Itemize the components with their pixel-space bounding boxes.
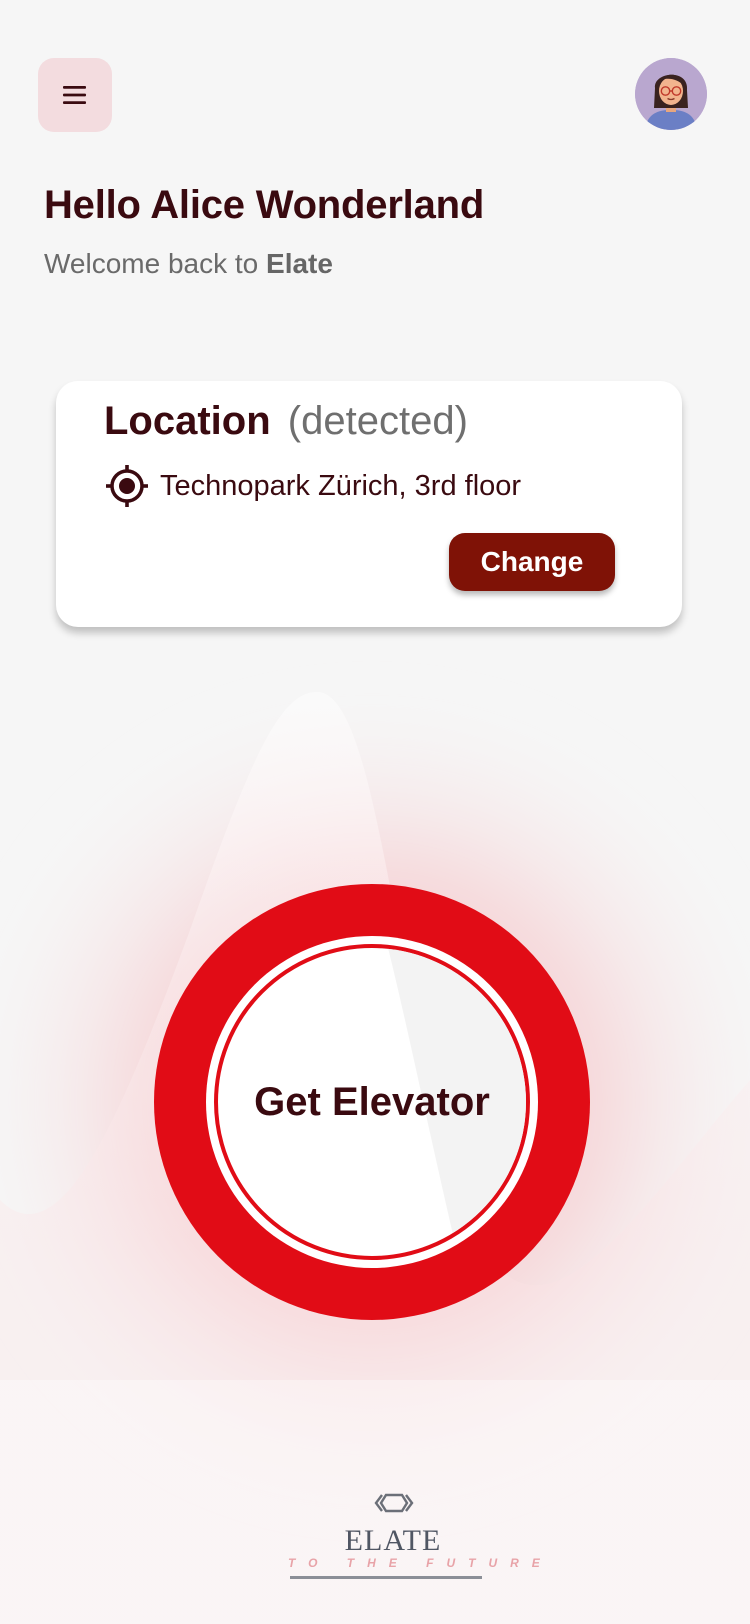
get-elevator-label: Get Elevator bbox=[254, 1079, 490, 1124]
user-avatar[interactable] bbox=[635, 58, 707, 130]
elate-logo: ELATE TO THE FUTURE bbox=[288, 1492, 553, 1584]
logo-tagline: TO THE FUTURE bbox=[288, 1556, 553, 1570]
location-target-icon bbox=[104, 463, 150, 509]
location-heading-label: Location bbox=[104, 399, 271, 443]
elevator-button-ring: Get Elevator bbox=[214, 944, 530, 1260]
app-name: Elate bbox=[266, 248, 333, 279]
logo-wordmark: ELATE bbox=[344, 1524, 442, 1557]
background-glow bbox=[0, 690, 750, 1624]
greeting-title: Hello Alice Wonderland bbox=[44, 183, 485, 227]
elevator-button-inner: Get Elevator bbox=[206, 936, 538, 1268]
welcome-prefix: Welcome back to bbox=[44, 248, 267, 279]
location-row: Technopark Zürich, 3rd floor bbox=[104, 463, 521, 509]
location-card: Location (detected) Technopark Zürich, 3… bbox=[56, 381, 682, 627]
change-location-button[interactable]: Change bbox=[449, 533, 615, 591]
avatar-illustration bbox=[635, 58, 707, 130]
hamburger-menu-icon bbox=[63, 86, 86, 104]
location-text: Technopark Zürich, 3rd floor bbox=[160, 469, 522, 502]
welcome-message: Welcome back to Elate bbox=[44, 248, 333, 280]
location-detected-status: (detected) bbox=[287, 399, 468, 443]
logo-underline bbox=[290, 1576, 482, 1579]
location-heading: Location (detected) bbox=[104, 399, 468, 444]
elate-logo-mark-icon bbox=[374, 1493, 414, 1513]
get-elevator-button[interactable]: Get Elevator bbox=[154, 884, 590, 1320]
menu-button[interactable] bbox=[38, 58, 112, 132]
